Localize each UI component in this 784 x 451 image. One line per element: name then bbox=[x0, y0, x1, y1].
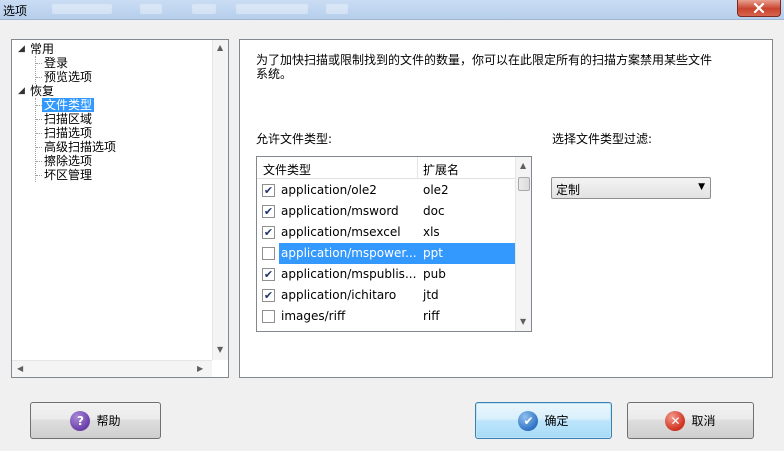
file-type-name: application/mspublis... bbox=[281, 267, 417, 281]
scroll-left-arrow-icon[interactable]: ◀ bbox=[17, 364, 23, 373]
window-title: 选项 bbox=[3, 4, 28, 18]
title-bar-decoration bbox=[52, 4, 112, 14]
file-type-extension: jtd bbox=[423, 288, 439, 302]
tree-item-bad-sector-management[interactable]: 坏区管理 bbox=[42, 168, 94, 182]
file-type-row[interactable]: images/riff riff bbox=[257, 306, 515, 327]
title-bar-decoration bbox=[326, 4, 348, 14]
tree-vertical-scrollbar[interactable]: ▲ ▼ bbox=[212, 40, 228, 360]
scrollbar-thumb[interactable] bbox=[518, 177, 530, 191]
column-header-file-type[interactable]: 文件类型 bbox=[263, 161, 311, 178]
file-type-row[interactable]: ✔ application/ole2 ole2 bbox=[257, 180, 515, 201]
chevron-down-icon: ▼ bbox=[698, 182, 705, 192]
checkmark-icon: ✔ bbox=[518, 410, 539, 431]
tree-item-label: 扫描区域 bbox=[44, 112, 93, 126]
title-bar-decoration bbox=[192, 4, 216, 14]
file-type-row[interactable]: ✔ application/ichitaro jtd bbox=[257, 285, 515, 306]
column-separator[interactable] bbox=[417, 157, 418, 179]
window-close-button[interactable] bbox=[737, 0, 781, 17]
file-type-checkbox[interactable]: ✔ bbox=[262, 184, 275, 197]
tree-item-scan-options[interactable]: 扫描选项 bbox=[42, 126, 94, 140]
cancel-x-icon: ✕ bbox=[665, 410, 686, 431]
file-type-filter-label: 选择文件类型过滤: bbox=[552, 132, 653, 146]
tree-item-label: 高级扫描选项 bbox=[44, 140, 117, 154]
expand-arrow-icon[interactable]: ◢ bbox=[18, 84, 25, 98]
file-type-extension: ppt bbox=[417, 243, 515, 264]
tree-item-login[interactable]: 登录 bbox=[42, 56, 70, 70]
file-type-name: application/mspower... bbox=[279, 243, 417, 264]
tree-item-preview-options[interactable]: 预览选项 bbox=[42, 70, 94, 84]
file-type-extension: riff bbox=[423, 309, 440, 323]
file-type-checkbox[interactable] bbox=[262, 247, 275, 260]
cancel-button-label: 取消 bbox=[691, 414, 716, 428]
tree-item-erase-options[interactable]: 擦除选项 bbox=[42, 154, 94, 168]
file-type-checkbox[interactable]: ✔ bbox=[262, 226, 275, 239]
file-type-extension: doc bbox=[423, 204, 445, 218]
file-type-name: application/ole2 bbox=[281, 183, 377, 197]
file-type-name: application/msexcel bbox=[281, 225, 401, 239]
scroll-up-arrow-icon[interactable]: ▲ bbox=[520, 161, 526, 170]
tree-connector bbox=[35, 56, 36, 84]
tree-item-file-types[interactable]: 文件类型 bbox=[42, 98, 95, 112]
list-header: 文件类型 扩展名 bbox=[257, 157, 515, 179]
file-type-checkbox[interactable]: ✔ bbox=[262, 268, 275, 281]
options-tree[interactable]: ◢ 常用 登录 预览选项 ◢ 恢复 文件类型 扫描区域 扫描选项 高级扫描选项 … bbox=[11, 39, 229, 378]
allowed-file-types-label: 允许文件类型: bbox=[256, 132, 333, 146]
file-type-filter-dropdown[interactable]: 定制 ▼ bbox=[551, 177, 711, 199]
help-icon: ? bbox=[70, 410, 91, 431]
filter-selected-value: 定制 bbox=[556, 183, 581, 197]
title-bar-decoration bbox=[236, 4, 308, 14]
tree-item-label: 常用 bbox=[30, 42, 55, 56]
column-header-extension[interactable]: 扩展名 bbox=[423, 161, 459, 178]
tree-item-label: 文件类型 bbox=[42, 98, 95, 112]
file-type-checkbox[interactable]: ✔ bbox=[262, 289, 275, 302]
tree-item-label: 扫描选项 bbox=[44, 126, 93, 140]
file-type-row[interactable]: application/mspower... ppt bbox=[257, 243, 515, 264]
tree-connector bbox=[35, 98, 36, 182]
file-list-scrollbar[interactable]: ▲ ▼ bbox=[515, 157, 531, 331]
tree-item-label: 登录 bbox=[44, 56, 69, 70]
scroll-right-arrow-icon[interactable]: ▶ bbox=[197, 364, 203, 373]
close-icon bbox=[753, 3, 765, 13]
tree-item-label: 预览选项 bbox=[44, 70, 93, 84]
tree-item-label: 坏区管理 bbox=[44, 168, 93, 182]
file-type-name: application/ichitaro bbox=[281, 288, 397, 302]
expand-arrow-icon[interactable]: ◢ bbox=[18, 42, 25, 56]
tree-item-advanced-scan-options[interactable]: 高级扫描选项 bbox=[42, 140, 118, 154]
file-types-list[interactable]: 文件类型 扩展名 ✔ application/ole2 ole2 ✔ appli… bbox=[256, 156, 532, 332]
file-type-name: images/riff bbox=[281, 309, 346, 323]
scroll-down-arrow-icon[interactable]: ▼ bbox=[520, 317, 526, 326]
tree-item-label: 恢复 bbox=[30, 84, 55, 98]
help-button[interactable]: ? 帮助 bbox=[30, 402, 161, 439]
file-type-row[interactable]: ✔ application/mspublis... pub bbox=[257, 264, 515, 285]
file-type-checkbox[interactable] bbox=[262, 310, 275, 323]
file-type-row[interactable]: ✔ application/msexcel xls bbox=[257, 222, 515, 243]
scroll-down-arrow-icon[interactable]: ▼ bbox=[217, 345, 223, 354]
file-type-extension: pub bbox=[423, 267, 446, 281]
file-type-extension: ole2 bbox=[423, 183, 449, 197]
tree-item-scan-area[interactable]: 扫描区域 bbox=[42, 112, 94, 126]
title-bar: 选项 bbox=[0, 0, 784, 20]
cancel-button[interactable]: ✕ 取消 bbox=[627, 402, 754, 439]
ok-button-label: 确定 bbox=[544, 414, 569, 428]
file-type-extension: xls bbox=[423, 225, 440, 239]
title-bar-decoration bbox=[140, 4, 162, 14]
help-button-label: 帮助 bbox=[96, 414, 121, 428]
description-text: 为了加快扫描或限制找到的文件的数量，你可以在此限定所有的扫描方案禁用某些文件系统… bbox=[256, 53, 713, 81]
file-type-name: application/msword bbox=[281, 204, 399, 218]
ok-button[interactable]: ✔ 确定 bbox=[475, 402, 612, 439]
tree-item-label: 擦除选项 bbox=[44, 154, 93, 168]
file-type-checkbox[interactable]: ✔ bbox=[262, 205, 275, 218]
file-type-row[interactable]: ✔ application/msword doc bbox=[257, 201, 515, 222]
tree-horizontal-scrollbar[interactable]: ◀ ▶ bbox=[12, 360, 212, 377]
file-types-panel: 为了加快扫描或限制找到的文件的数量，你可以在此限定所有的扫描方案禁用某些文件系统… bbox=[239, 39, 773, 378]
scroll-up-arrow-icon[interactable]: ▲ bbox=[217, 43, 223, 52]
